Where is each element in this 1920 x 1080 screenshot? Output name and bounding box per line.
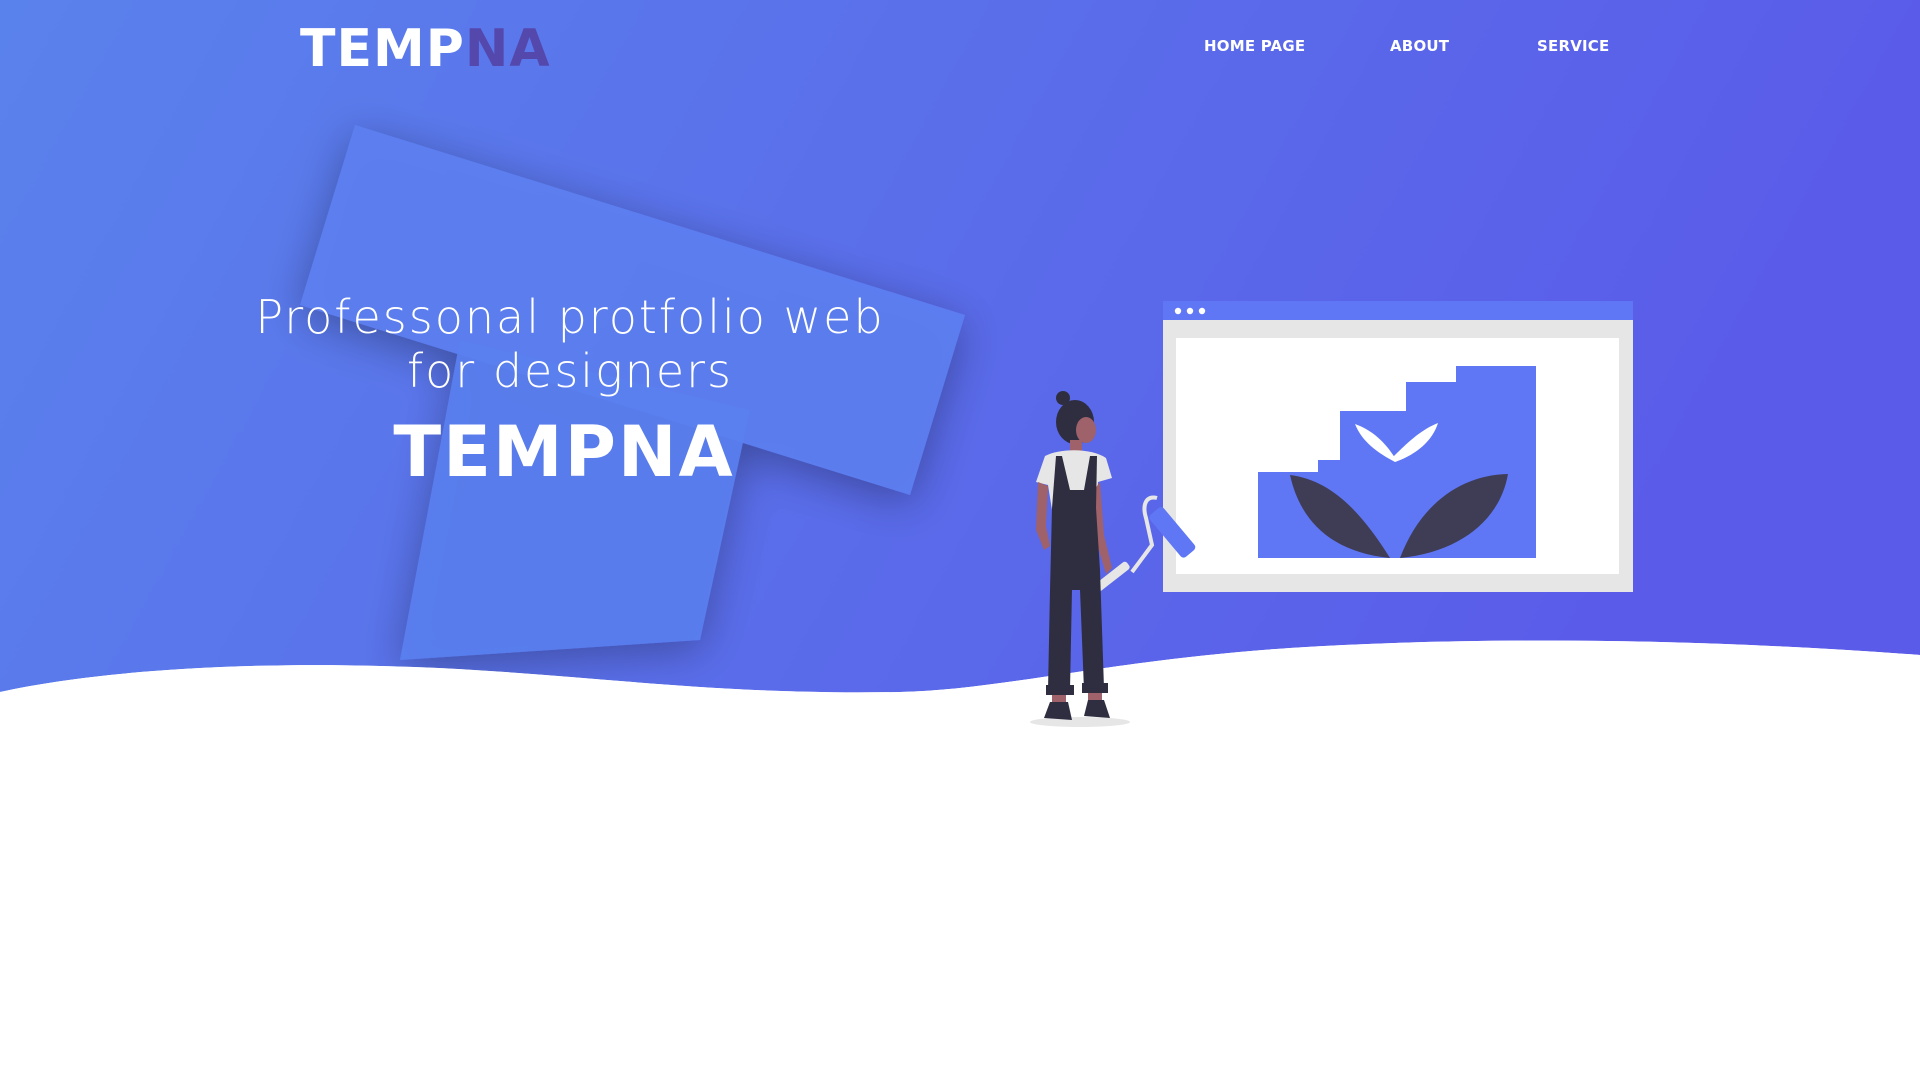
hero-headline-line2: for designers	[406, 344, 734, 398]
window-dot-icon	[1198, 307, 1206, 315]
hero-headline-line1: Professonal protfolio web	[255, 290, 885, 344]
window-dot-icon	[1186, 307, 1194, 315]
nav-home-page[interactable]: HOME PAGE	[1204, 36, 1305, 56]
nav-service[interactable]: SERVICE	[1537, 36, 1609, 56]
woman-painting-browser-illustration	[1030, 301, 1633, 727]
hero-brand-title: TEMPNA	[393, 411, 735, 493]
window-dot-icon	[1174, 307, 1182, 315]
main-nav: HOME PAGE ABOUT SERVICE	[0, 36, 1920, 58]
hero-headline: Professonal protfolio web for designers	[230, 290, 910, 398]
hero-section: TEMPNA HOME PAGE ABOUT SERVICE Professon…	[0, 0, 1920, 1080]
woman-figure	[1030, 391, 1130, 727]
browser-window	[1163, 301, 1633, 592]
nav-about[interactable]: ABOUT	[1390, 36, 1449, 56]
